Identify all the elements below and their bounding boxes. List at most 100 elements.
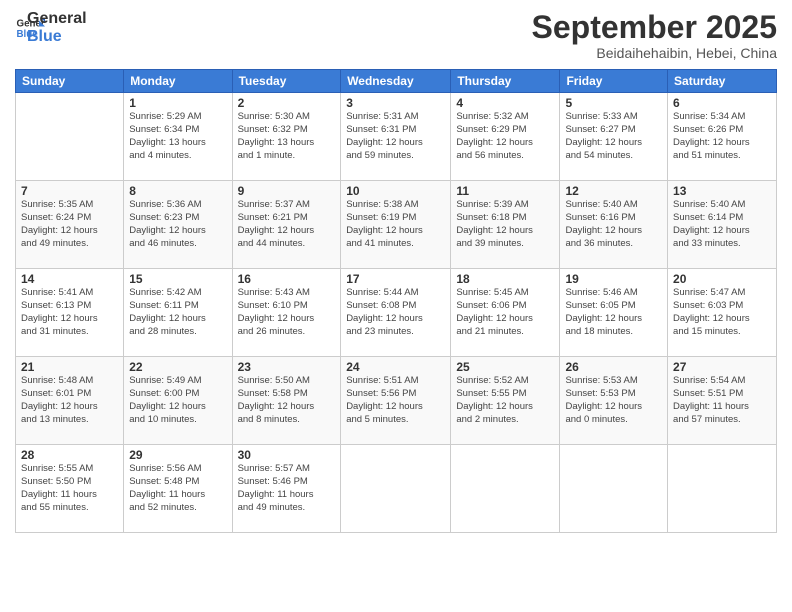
- calendar-cell: 18Sunrise: 5:45 AMSunset: 6:06 PMDayligh…: [451, 269, 560, 357]
- day-info: Sunrise: 5:53 AMSunset: 5:53 PMDaylight:…: [565, 375, 662, 426]
- day-number: 13: [673, 184, 771, 198]
- day-info: Sunrise: 5:56 AMSunset: 5:48 PMDaylight:…: [129, 463, 226, 514]
- day-info: Sunrise: 5:57 AMSunset: 5:46 PMDaylight:…: [238, 463, 336, 514]
- day-info: Sunrise: 5:44 AMSunset: 6:08 PMDaylight:…: [346, 287, 445, 338]
- day-number: 26: [565, 360, 662, 374]
- calendar-cell: 6Sunrise: 5:34 AMSunset: 6:26 PMDaylight…: [668, 93, 777, 181]
- day-info: Sunrise: 5:49 AMSunset: 6:00 PMDaylight:…: [129, 375, 226, 426]
- day-info: Sunrise: 5:41 AMSunset: 6:13 PMDaylight:…: [21, 287, 118, 338]
- calendar-week-4: 21Sunrise: 5:48 AMSunset: 6:01 PMDayligh…: [16, 357, 777, 445]
- day-number: 7: [21, 184, 118, 198]
- calendar-cell: 17Sunrise: 5:44 AMSunset: 6:08 PMDayligh…: [341, 269, 451, 357]
- calendar-cell: [560, 445, 668, 533]
- calendar-cell: 2Sunrise: 5:30 AMSunset: 6:32 PMDaylight…: [232, 93, 341, 181]
- day-number: 22: [129, 360, 226, 374]
- day-info: Sunrise: 5:35 AMSunset: 6:24 PMDaylight:…: [21, 199, 118, 250]
- day-number: 28: [21, 448, 118, 462]
- day-number: 6: [673, 96, 771, 110]
- calendar-cell: 13Sunrise: 5:40 AMSunset: 6:14 PMDayligh…: [668, 181, 777, 269]
- day-number: 16: [238, 272, 336, 286]
- day-info: Sunrise: 5:50 AMSunset: 5:58 PMDaylight:…: [238, 375, 336, 426]
- calendar-cell: 9Sunrise: 5:37 AMSunset: 6:21 PMDaylight…: [232, 181, 341, 269]
- page-header: General Blue General Blue September 2025…: [15, 10, 777, 61]
- day-info: Sunrise: 5:40 AMSunset: 6:14 PMDaylight:…: [673, 199, 771, 250]
- calendar-cell: 3Sunrise: 5:31 AMSunset: 6:31 PMDaylight…: [341, 93, 451, 181]
- day-number: 12: [565, 184, 662, 198]
- day-info: Sunrise: 5:45 AMSunset: 6:06 PMDaylight:…: [456, 287, 554, 338]
- day-info: Sunrise: 5:37 AMSunset: 6:21 PMDaylight:…: [238, 199, 336, 250]
- day-info: Sunrise: 5:43 AMSunset: 6:10 PMDaylight:…: [238, 287, 336, 338]
- calendar-cell: 23Sunrise: 5:50 AMSunset: 5:58 PMDayligh…: [232, 357, 341, 445]
- day-number: 29: [129, 448, 226, 462]
- day-info: Sunrise: 5:40 AMSunset: 6:16 PMDaylight:…: [565, 199, 662, 250]
- calendar-cell: [451, 445, 560, 533]
- day-number: 14: [21, 272, 118, 286]
- calendar-cell: 1Sunrise: 5:29 AMSunset: 6:34 PMDaylight…: [124, 93, 232, 181]
- calendar-cell: 21Sunrise: 5:48 AMSunset: 6:01 PMDayligh…: [16, 357, 124, 445]
- calendar-cell: 29Sunrise: 5:56 AMSunset: 5:48 PMDayligh…: [124, 445, 232, 533]
- day-info: Sunrise: 5:54 AMSunset: 5:51 PMDaylight:…: [673, 375, 771, 426]
- day-info: Sunrise: 5:46 AMSunset: 6:05 PMDaylight:…: [565, 287, 662, 338]
- day-number: 1: [129, 96, 226, 110]
- day-info: Sunrise: 5:52 AMSunset: 5:55 PMDaylight:…: [456, 375, 554, 426]
- day-info: Sunrise: 5:30 AMSunset: 6:32 PMDaylight:…: [238, 111, 336, 162]
- day-number: 18: [456, 272, 554, 286]
- logo: General Blue General Blue: [15, 10, 87, 45]
- col-header-thursday: Thursday: [451, 70, 560, 93]
- day-info: Sunrise: 5:55 AMSunset: 5:50 PMDaylight:…: [21, 463, 118, 514]
- calendar-cell: [668, 445, 777, 533]
- logo-general: General: [27, 10, 87, 28]
- calendar-cell: 28Sunrise: 5:55 AMSunset: 5:50 PMDayligh…: [16, 445, 124, 533]
- col-header-sunday: Sunday: [16, 70, 124, 93]
- day-info: Sunrise: 5:38 AMSunset: 6:19 PMDaylight:…: [346, 199, 445, 250]
- calendar-cell: [16, 93, 124, 181]
- day-info: Sunrise: 5:33 AMSunset: 6:27 PMDaylight:…: [565, 111, 662, 162]
- day-number: 25: [456, 360, 554, 374]
- day-number: 30: [238, 448, 336, 462]
- day-info: Sunrise: 5:36 AMSunset: 6:23 PMDaylight:…: [129, 199, 226, 250]
- calendar-cell: 11Sunrise: 5:39 AMSunset: 6:18 PMDayligh…: [451, 181, 560, 269]
- day-info: Sunrise: 5:34 AMSunset: 6:26 PMDaylight:…: [673, 111, 771, 162]
- day-number: 21: [21, 360, 118, 374]
- day-number: 24: [346, 360, 445, 374]
- calendar-table: SundayMondayTuesdayWednesdayThursdayFrid…: [15, 69, 777, 533]
- calendar-cell: 20Sunrise: 5:47 AMSunset: 6:03 PMDayligh…: [668, 269, 777, 357]
- day-info: Sunrise: 5:42 AMSunset: 6:11 PMDaylight:…: [129, 287, 226, 338]
- day-info: Sunrise: 5:47 AMSunset: 6:03 PMDaylight:…: [673, 287, 771, 338]
- day-number: 4: [456, 96, 554, 110]
- calendar-cell: 15Sunrise: 5:42 AMSunset: 6:11 PMDayligh…: [124, 269, 232, 357]
- calendar-cell: 26Sunrise: 5:53 AMSunset: 5:53 PMDayligh…: [560, 357, 668, 445]
- day-number: 17: [346, 272, 445, 286]
- calendar-cell: [341, 445, 451, 533]
- col-header-monday: Monday: [124, 70, 232, 93]
- calendar-cell: 14Sunrise: 5:41 AMSunset: 6:13 PMDayligh…: [16, 269, 124, 357]
- calendar-week-5: 28Sunrise: 5:55 AMSunset: 5:50 PMDayligh…: [16, 445, 777, 533]
- col-header-saturday: Saturday: [668, 70, 777, 93]
- calendar-cell: 8Sunrise: 5:36 AMSunset: 6:23 PMDaylight…: [124, 181, 232, 269]
- calendar-header-row: SundayMondayTuesdayWednesdayThursdayFrid…: [16, 70, 777, 93]
- calendar-cell: 7Sunrise: 5:35 AMSunset: 6:24 PMDaylight…: [16, 181, 124, 269]
- day-number: 15: [129, 272, 226, 286]
- day-number: 8: [129, 184, 226, 198]
- day-info: Sunrise: 5:32 AMSunset: 6:29 PMDaylight:…: [456, 111, 554, 162]
- day-number: 9: [238, 184, 336, 198]
- title-block: September 2025 Beidaihehaibin, Hebei, Ch…: [532, 10, 777, 61]
- col-header-wednesday: Wednesday: [341, 70, 451, 93]
- location-subtitle: Beidaihehaibin, Hebei, China: [532, 45, 777, 61]
- day-number: 11: [456, 184, 554, 198]
- calendar-body: 1Sunrise: 5:29 AMSunset: 6:34 PMDaylight…: [16, 93, 777, 533]
- calendar-cell: 5Sunrise: 5:33 AMSunset: 6:27 PMDaylight…: [560, 93, 668, 181]
- day-number: 10: [346, 184, 445, 198]
- calendar-cell: 19Sunrise: 5:46 AMSunset: 6:05 PMDayligh…: [560, 269, 668, 357]
- day-number: 23: [238, 360, 336, 374]
- day-info: Sunrise: 5:48 AMSunset: 6:01 PMDaylight:…: [21, 375, 118, 426]
- calendar-cell: 24Sunrise: 5:51 AMSunset: 5:56 PMDayligh…: [341, 357, 451, 445]
- calendar-cell: 12Sunrise: 5:40 AMSunset: 6:16 PMDayligh…: [560, 181, 668, 269]
- day-info: Sunrise: 5:29 AMSunset: 6:34 PMDaylight:…: [129, 111, 226, 162]
- calendar-cell: 22Sunrise: 5:49 AMSunset: 6:00 PMDayligh…: [124, 357, 232, 445]
- logo-blue: Blue: [27, 28, 87, 46]
- day-number: 5: [565, 96, 662, 110]
- day-number: 2: [238, 96, 336, 110]
- day-number: 20: [673, 272, 771, 286]
- day-info: Sunrise: 5:31 AMSunset: 6:31 PMDaylight:…: [346, 111, 445, 162]
